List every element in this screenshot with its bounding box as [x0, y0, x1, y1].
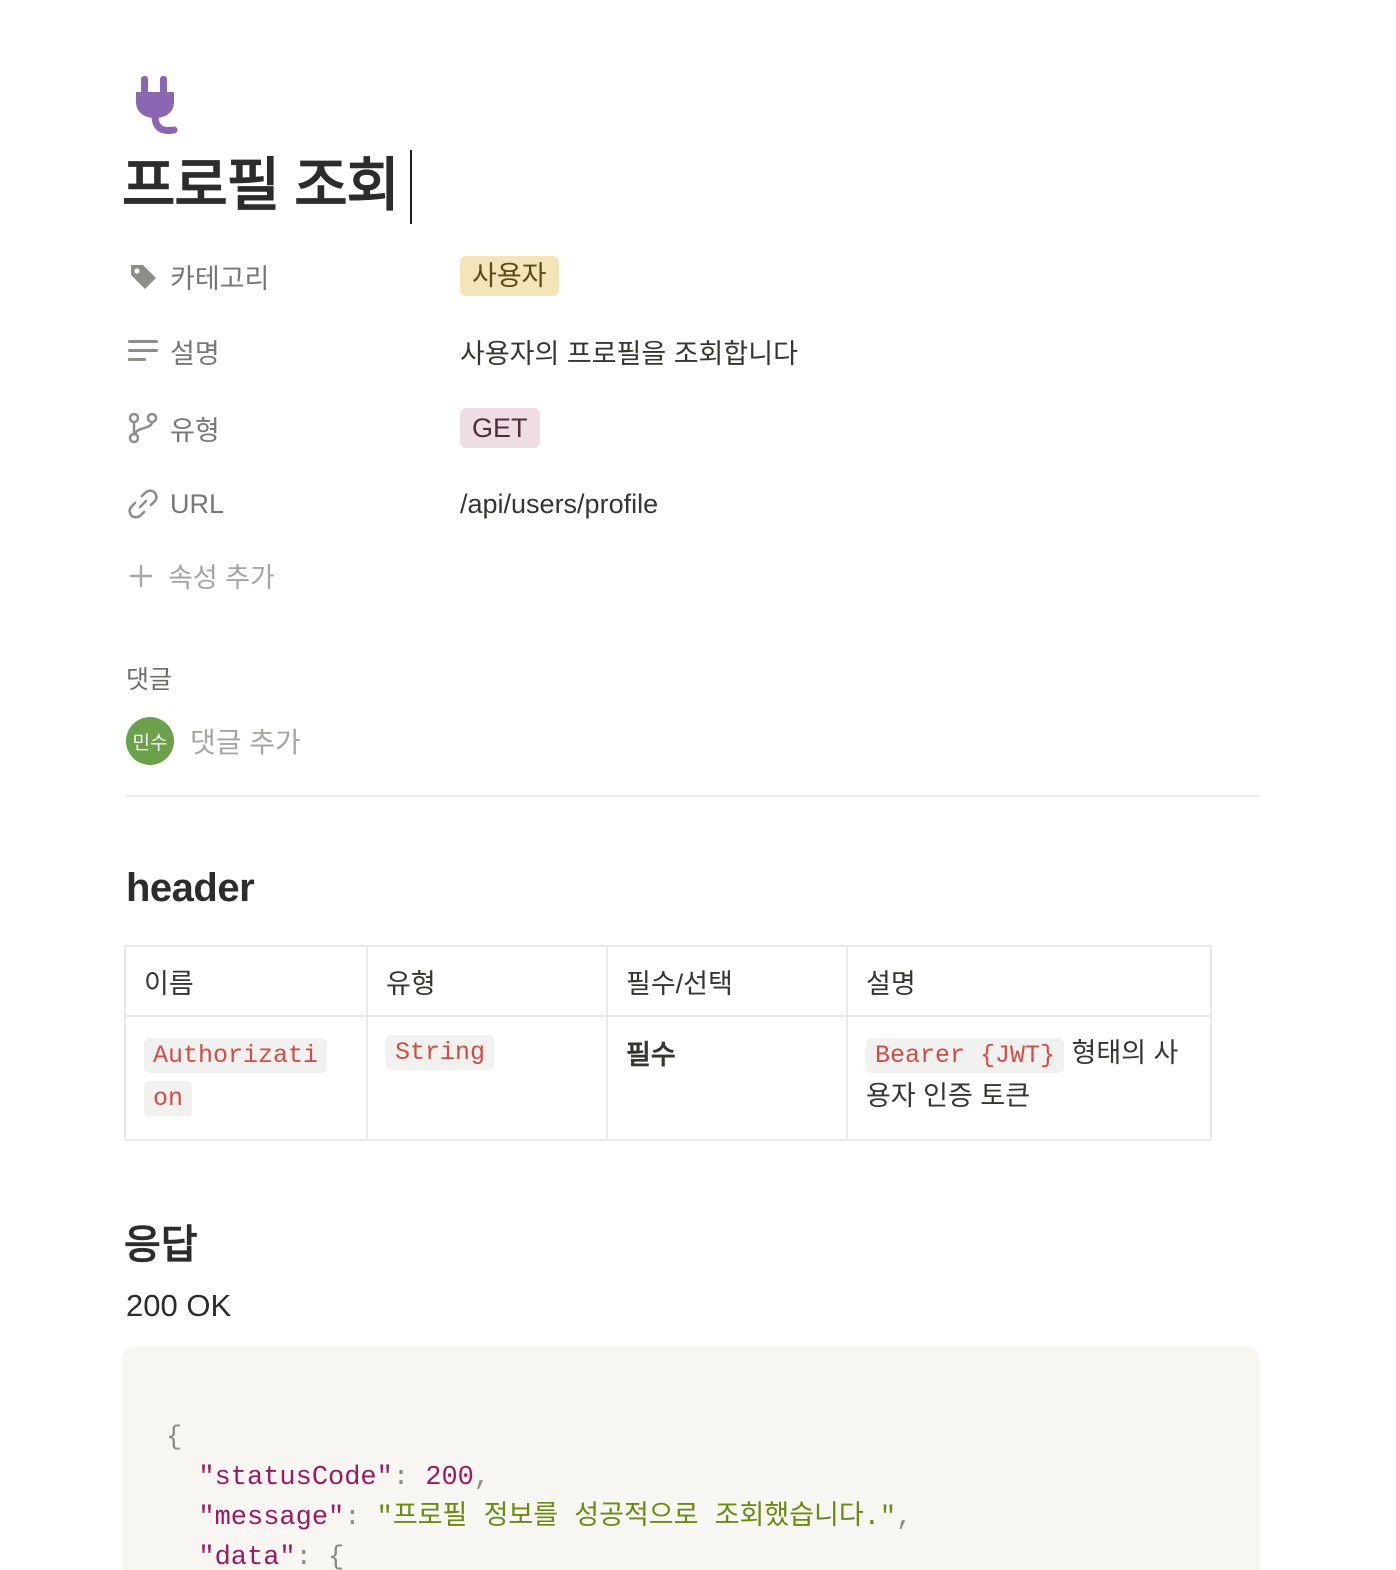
- page-title[interactable]: 프로필 조회: [122, 148, 400, 224]
- branch-icon: [126, 411, 160, 445]
- table-cell-required[interactable]: 필수: [606, 1015, 848, 1141]
- table-header-row: 이름 유형 필수/선택 설명: [124, 945, 1212, 1017]
- text-lines-icon: [126, 334, 160, 368]
- method-tag[interactable]: GET: [460, 408, 540, 448]
- property-label: URL: [170, 488, 225, 519]
- code-value: {: [328, 1543, 345, 1570]
- section-heading-header[interactable]: header: [126, 866, 255, 911]
- inline-code: String: [386, 1035, 495, 1070]
- property-value-type[interactable]: GET: [460, 408, 540, 448]
- response-status[interactable]: 200 OK: [126, 1288, 231, 1324]
- code-content: { "statusCode": 200, "message": "프로필 정보를…: [166, 1418, 912, 1570]
- property-value-description[interactable]: 사용자의 프로필을 조회합니다: [460, 332, 798, 371]
- add-property-label: 속성 추가: [168, 563, 275, 593]
- property-label: 설명: [170, 338, 220, 369]
- code-value: "프로필 정보를 성공적으로 조회했습니다.": [376, 1503, 897, 1533]
- tag-icon: [126, 259, 160, 293]
- code-value: 200: [425, 1463, 474, 1493]
- inline-code: Bearer {JWT}: [866, 1038, 1065, 1073]
- table-header-cell[interactable]: 설명: [846, 945, 1212, 1017]
- section-heading-response[interactable]: 응답: [124, 1212, 198, 1270]
- avatar: 민수: [126, 717, 174, 765]
- table-cell-description[interactable]: Bearer {JWT} 형태의 사용자 인증 토큰: [846, 1015, 1212, 1141]
- table-row: Authorization String 필수 Bearer {JWT} 형태의…: [124, 1015, 1212, 1141]
- property-url[interactable]: URL /api/users/profile: [122, 480, 1262, 528]
- table-header-cell[interactable]: 유형: [366, 945, 608, 1017]
- code-key: "data": [198, 1543, 296, 1570]
- electric-plug-icon[interactable]: [130, 72, 190, 138]
- code-key: "message": [198, 1503, 345, 1533]
- code-block[interactable]: { "statusCode": 200, "message": "프로필 정보를…: [122, 1346, 1260, 1570]
- property-label: 유형: [170, 415, 220, 446]
- inline-code: Authorization: [144, 1038, 328, 1116]
- property-value-category[interactable]: 사용자: [460, 256, 559, 296]
- text-cursor: [410, 150, 412, 224]
- property-description[interactable]: 설명 사용자의 프로필을 조회합니다: [122, 327, 1262, 375]
- plus-icon: [126, 561, 156, 591]
- comment-input[interactable]: 댓글 추가: [190, 721, 301, 761]
- required-value: 필수: [626, 1040, 676, 1070]
- property-name-type[interactable]: 유형: [122, 409, 460, 448]
- table-header-cell[interactable]: 이름: [124, 945, 368, 1017]
- property-label: 카테고리: [170, 263, 270, 294]
- property-value-url[interactable]: /api/users/profile: [460, 489, 658, 520]
- header-table: 이름 유형 필수/선택 설명 Authorization String 필수 B…: [124, 945, 1212, 1141]
- property-name-category[interactable]: 카테고리: [122, 257, 460, 296]
- property-name-url[interactable]: URL: [122, 487, 460, 521]
- divider: [126, 795, 1260, 797]
- table-cell-type[interactable]: String: [366, 1015, 608, 1141]
- code-key: "statusCode": [198, 1463, 393, 1493]
- add-property-button[interactable]: 속성 추가: [126, 556, 275, 595]
- comments-label: 댓글: [126, 666, 173, 694]
- property-name-description[interactable]: 설명: [122, 332, 460, 371]
- page: 프로필 조회 카테고리 사용자 설명 사용자의 프로필을 조회합니다 유형 GE…: [0, 0, 1396, 1570]
- table-cell-name[interactable]: Authorization: [124, 1015, 368, 1141]
- code-brace: {: [166, 1423, 183, 1453]
- comment-input-row[interactable]: 민수 댓글 추가: [126, 717, 301, 765]
- property-category[interactable]: 카테고리 사용자: [122, 252, 1262, 300]
- table-header-cell[interactable]: 필수/선택: [606, 945, 848, 1017]
- link-icon: [126, 487, 160, 521]
- category-tag[interactable]: 사용자: [460, 256, 559, 296]
- property-type[interactable]: 유형 GET: [122, 404, 1262, 452]
